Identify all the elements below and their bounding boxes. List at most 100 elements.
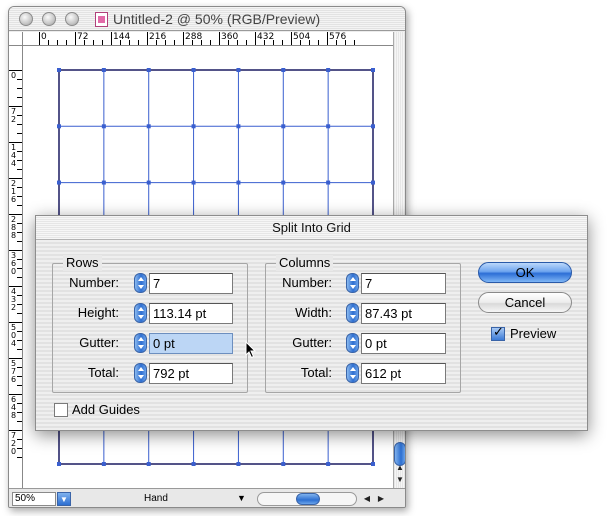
columns-group: Columns Number: 7 Width: 87.43 pt Gutter… <box>265 255 461 393</box>
ruler-minor-tick <box>17 187 22 188</box>
ruler-label: 2 <box>11 303 17 312</box>
columns-width-stepper[interactable] <box>346 303 359 323</box>
document-icon <box>95 12 108 27</box>
ruler-major-tick <box>255 32 256 45</box>
rows-total-field[interactable]: 792 pt <box>149 363 233 384</box>
columns-number-label: Number: <box>282 275 332 290</box>
columns-gutter-label: Gutter: <box>292 335 332 350</box>
ruler-minor-tick <box>17 331 22 332</box>
grid-anchor-point <box>101 68 106 72</box>
zoom-window-button[interactable] <box>65 12 79 26</box>
rows-gutter-field[interactable]: 0 pt <box>149 333 233 354</box>
rows-total-label: Total: <box>87 365 119 380</box>
ruler-minor-tick <box>237 40 238 45</box>
ruler-label: 144 <box>113 32 131 42</box>
horizontal-ruler[interactable]: 0 72 144 216 288 360 432 504 576 <box>23 32 393 46</box>
ruler-label: 0 <box>41 32 47 42</box>
columns-gutter-stepper[interactable] <box>346 333 359 353</box>
grid-anchor-point <box>281 124 286 129</box>
ruler-minor-tick <box>17 223 22 224</box>
horizontal-scrollbar[interactable] <box>257 492 357 506</box>
ruler-minor-tick <box>264 40 265 45</box>
ruler-minor-tick <box>17 268 22 269</box>
ruler-label: 576 <box>329 32 347 42</box>
columns-total-label: Total: <box>300 365 332 380</box>
grid-anchor-point <box>371 68 375 72</box>
ruler-minor-tick <box>17 232 22 233</box>
minimize-window-button[interactable] <box>42 12 56 26</box>
scroll-left-arrow-icon[interactable]: ◀ <box>361 493 373 505</box>
ruler-major-tick <box>327 32 328 45</box>
status-tool-label[interactable]: Hand <box>144 493 168 504</box>
grid-anchor-point <box>57 462 61 466</box>
zoom-dropdown-icon[interactable]: ▼ <box>57 492 71 506</box>
columns-number-field[interactable]: 7 <box>361 273 446 294</box>
grid-anchor-point <box>326 68 331 72</box>
grid-anchor-point <box>236 124 241 129</box>
rows-height-stepper[interactable] <box>134 303 147 323</box>
grid-anchor-point <box>326 180 331 185</box>
ruler-minor-tick <box>17 340 22 341</box>
rows-gutter-label: Gutter: <box>79 335 119 350</box>
ruler-minor-tick <box>336 40 337 45</box>
add-guides-label[interactable]: Add Guides <box>72 402 140 417</box>
ruler-origin[interactable] <box>9 32 23 46</box>
ruler-minor-tick <box>228 40 229 45</box>
grid-anchor-point <box>101 462 106 466</box>
close-window-button[interactable] <box>19 12 33 26</box>
dialog-title: Split Into Grid <box>36 216 587 240</box>
rows-number-field[interactable]: 7 <box>149 273 233 294</box>
columns-number-stepper[interactable] <box>346 273 359 293</box>
columns-width-field[interactable]: 87.43 pt <box>361 303 446 324</box>
status-dropdown-icon[interactable]: ▼ <box>237 493 246 503</box>
ruler-label: 0 <box>11 71 17 80</box>
ruler-minor-tick <box>17 205 22 206</box>
document-titlebar[interactable]: Untitled-2 @ 50% (RGB/Preview) <box>9 7 405 31</box>
add-guides-checkbox[interactable] <box>54 403 68 417</box>
scroll-down-arrow-icon[interactable]: ▼ <box>394 474 405 486</box>
rows-gutter-stepper[interactable] <box>134 333 147 353</box>
horizontal-scroll-thumb[interactable] <box>296 493 320 505</box>
ruler-minor-tick <box>57 40 58 45</box>
grid-anchor-point <box>191 462 196 466</box>
ruler-major-tick <box>75 32 76 45</box>
ruler-minor-tick <box>120 40 121 45</box>
preview-label[interactable]: Preview <box>510 326 556 341</box>
ruler-minor-tick <box>17 97 22 98</box>
ruler-minor-tick <box>17 439 22 440</box>
columns-gutter-field[interactable]: 0 pt <box>361 333 446 354</box>
ruler-minor-tick <box>17 349 22 350</box>
scroll-up-arrow-icon[interactable]: ▲ <box>394 462 405 474</box>
split-into-grid-dialog: Split Into Grid Rows Number: 7 Height: 1… <box>35 215 588 431</box>
rows-number-stepper[interactable] <box>134 273 147 293</box>
ruler-minor-tick <box>354 40 355 45</box>
ok-button[interactable]: OK <box>478 262 572 283</box>
rows-height-field[interactable]: 113.14 pt <box>149 303 233 324</box>
zoom-level-field[interactable]: 50% <box>12 492 56 506</box>
columns-total-field[interactable]: 612 pt <box>361 363 446 384</box>
ruler-label: 6 <box>11 375 17 384</box>
cancel-button[interactable]: Cancel <box>478 292 572 313</box>
preview-checkbox[interactable]: ✓ <box>491 325 505 341</box>
grid-anchor-point <box>146 68 151 72</box>
ruler-major-tick <box>147 32 148 45</box>
ruler-minor-tick <box>17 376 22 377</box>
vertical-ruler[interactable]: 072144216288360432504576648720 <box>9 46 23 488</box>
ruler-label: 0 <box>11 447 17 456</box>
ruler-label: 504 <box>293 32 311 42</box>
ruler-minor-tick <box>138 40 139 45</box>
ruler-minor-tick <box>84 40 85 45</box>
ruler-major-tick <box>39 32 40 45</box>
columns-total-stepper[interactable] <box>346 363 359 383</box>
rows-number-label: Number: <box>69 275 119 290</box>
grid-anchor-point <box>326 124 331 129</box>
ruler-minor-tick <box>345 40 346 45</box>
rows-total-stepper[interactable] <box>134 363 147 383</box>
grid-anchor-point <box>236 68 241 72</box>
ruler-minor-tick <box>66 40 67 45</box>
ruler-major-tick <box>111 32 112 45</box>
grid-anchor-point <box>371 180 375 185</box>
ruler-label: 288 <box>185 32 203 42</box>
status-bar: 50% ▼ Hand ▼ ◀ ▶ <box>9 488 405 507</box>
scroll-right-arrow-icon[interactable]: ▶ <box>375 493 387 505</box>
